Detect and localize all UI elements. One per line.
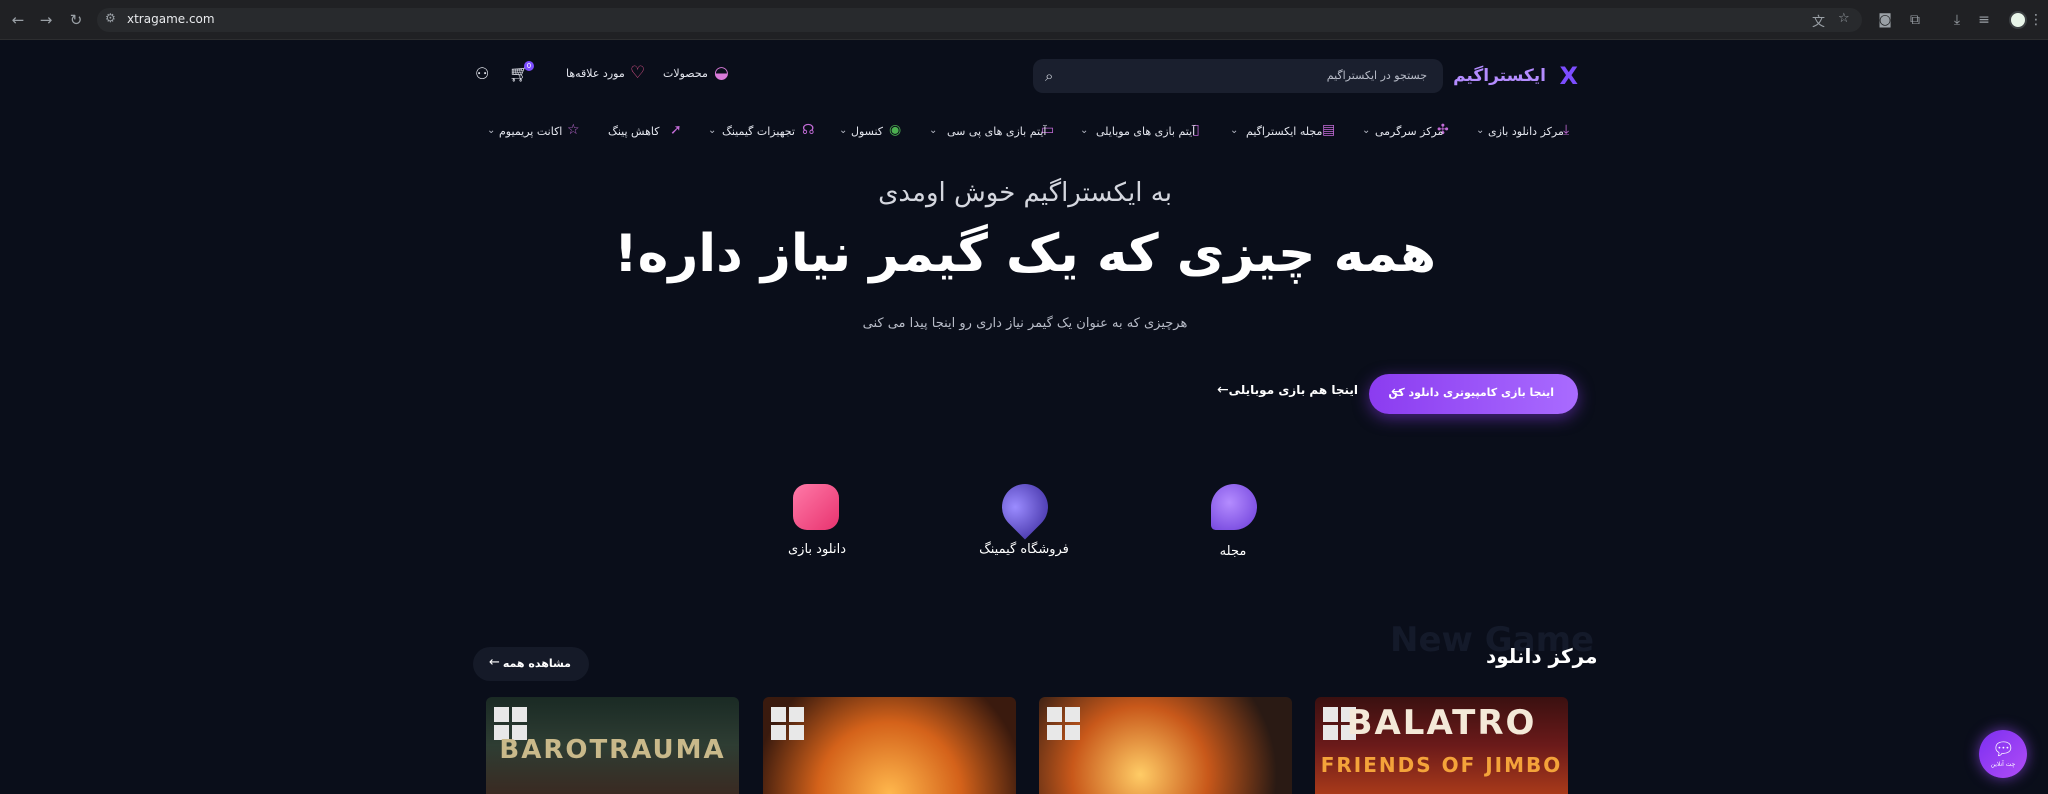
- chevron-down-icon[interactable]: ⌄: [1080, 125, 1088, 136]
- magazine-icon: ▤: [1322, 122, 1336, 138]
- game-card[interactable]: BAROTRAUMA: [486, 697, 739, 794]
- cart-button[interactable]: 🛒︎ 0: [509, 61, 534, 83]
- mobile-games-link[interactable]: اینجا هم بازی موبایلی ←: [1213, 381, 1358, 405]
- translate-icon[interactable]: 文: [1812, 11, 1825, 30]
- feature-label: دانلود بازی: [788, 542, 846, 557]
- feature-magazine[interactable]: مجله: [1173, 484, 1293, 564]
- rocket-icon: ➚: [670, 122, 682, 138]
- screenshot-icon[interactable]: ◙: [1875, 10, 1895, 30]
- forward-icon[interactable]: →: [36, 10, 56, 30]
- search-input[interactable]: جستجو در ایکستراگیم ⌕: [1033, 59, 1443, 93]
- chevron-down-icon[interactable]: ⌄: [1476, 125, 1484, 136]
- chat-icon: 💬︎: [1992, 739, 2015, 760]
- feature-gaming-store[interactable]: فروشگاه گیمینگ: [964, 474, 1084, 564]
- menu-mobile-items[interactable]: آیتم بازی های موبایلی: [1096, 125, 1195, 138]
- chevron-down-icon[interactable]: ⌄: [1230, 125, 1238, 136]
- wishlist-link[interactable]: مورد علاقه‌ها: [566, 67, 625, 80]
- arrow-left-icon: ←: [1217, 382, 1229, 398]
- logo-x-icon: X: [1559, 62, 1578, 90]
- reload-icon[interactable]: ↻: [66, 10, 86, 30]
- site-settings-icon[interactable]: ⚙: [105, 11, 116, 25]
- feature-label: مجله: [1219, 544, 1247, 559]
- chevron-down-icon[interactable]: ⌄: [487, 125, 495, 136]
- game-subtitle: FRIENDS OF JIMBO: [1320, 753, 1563, 777]
- download-pc-games-button[interactable]: اینجا بازی کامپیوتری دانلود کن ←: [1369, 374, 1578, 414]
- chevron-down-icon[interactable]: ⌄: [708, 125, 716, 136]
- menu-gaming-gear[interactable]: تجهیزات گیمینگ: [722, 125, 795, 138]
- xbox-icon: ◉: [889, 122, 902, 138]
- menu-magazine[interactable]: مجله ایکستراگیم: [1246, 125, 1322, 138]
- basket-icon[interactable]: ◒: [714, 63, 729, 83]
- gamepad-icon: [793, 484, 839, 530]
- headset-icon: ☊: [802, 122, 815, 138]
- chat-label: چت آنلاین: [1990, 761, 2016, 768]
- search-placeholder: جستجو در ایکستراگیم: [1326, 69, 1427, 82]
- windows-icon: [1047, 707, 1081, 741]
- extensions-icon[interactable]: ⧉: [1905, 10, 1925, 30]
- feature-game-download[interactable]: دانلود بازی: [757, 484, 877, 564]
- game-card[interactable]: [1039, 697, 1292, 794]
- reading-list-icon[interactable]: ≡: [1974, 10, 1994, 30]
- browser-toolbar: ← → ↻ ⚙ xtragame.com 文 ☆ ◙ ⧉ ⤓ ≡ ⋮: [0, 0, 2048, 40]
- see-all-button[interactable]: مشاهده همه ←: [473, 647, 589, 681]
- hero-welcome: به ایکستراگیم خوش اومدی: [878, 178, 1172, 208]
- chevron-down-icon[interactable]: ⌄: [1362, 125, 1370, 136]
- menu-console[interactable]: کنسول: [851, 125, 883, 138]
- menu-download-center[interactable]: مرکز دانلود بازی: [1488, 125, 1564, 138]
- menu-ping-reduction[interactable]: کاهش پینگ: [608, 125, 659, 138]
- cart-count-badge: 0: [524, 61, 534, 71]
- arrow-left-icon: ←: [489, 655, 500, 670]
- online-chat-button[interactable]: 💬︎ چت آنلاین: [1979, 730, 2027, 778]
- location-pin-icon: [992, 474, 1058, 540]
- hero-headline: همه چیزی که یک گیمر نیاز داره!: [613, 224, 1437, 284]
- chat-bubble-icon: [1211, 484, 1257, 530]
- address-bar[interactable]: ⚙ xtragame.com 文 ☆: [97, 8, 1862, 32]
- game-card[interactable]: [763, 697, 1016, 794]
- logo-text: ایکستراگیم: [1453, 66, 1546, 86]
- site-logo[interactable]: X ایکستراگیم: [1450, 63, 1578, 89]
- game-title: BALATRO: [1346, 703, 1537, 743]
- chevron-down-icon[interactable]: ⌄: [839, 125, 847, 136]
- see-all-label: مشاهده همه: [502, 657, 571, 670]
- menu-pc-items[interactable]: آیتم بازی های پی سی: [947, 125, 1046, 138]
- downloads-icon[interactable]: ⤓: [1947, 10, 1967, 30]
- products-link[interactable]: محصولات: [663, 67, 708, 80]
- url-text: xtragame.com: [127, 12, 215, 26]
- menu-entertainment[interactable]: مرکز سرگرمی: [1375, 125, 1443, 138]
- profile-avatar[interactable]: [2009, 11, 2027, 29]
- back-icon[interactable]: ←: [8, 10, 28, 30]
- chevron-down-icon[interactable]: ⌄: [929, 125, 937, 136]
- search-icon[interactable]: ⌕: [1045, 67, 1053, 85]
- windows-icon: [771, 707, 805, 741]
- cta-primary-label: اینجا بازی کامپیوتری دانلود کن: [1388, 386, 1554, 399]
- menu-premium-account[interactable]: اکانت پریمیوم: [499, 125, 562, 138]
- arrow-left-icon: ←: [1391, 384, 1403, 400]
- feature-label: فروشگاه گیمینگ: [979, 542, 1069, 557]
- user-icon[interactable]: ⚇: [475, 64, 489, 83]
- star-icon: ☆: [567, 122, 580, 138]
- hero-subtitle: هرچیزی که به عنوان یک گیمر نیاز داری رو …: [862, 316, 1188, 331]
- cta-secondary-label: اینجا هم بازی موبایلی: [1228, 383, 1358, 397]
- section-title: مرکز دانلود: [1486, 644, 1598, 668]
- game-title: BAROTRAUMA: [499, 735, 726, 765]
- heart-icon[interactable]: ♡: [630, 63, 645, 83]
- game-card[interactable]: BALATRO FRIENDS OF JIMBO: [1315, 697, 1568, 794]
- menu-kebab-icon[interactable]: ⋮: [2026, 10, 2046, 30]
- bookmark-star-icon[interactable]: ☆: [1838, 11, 1850, 26]
